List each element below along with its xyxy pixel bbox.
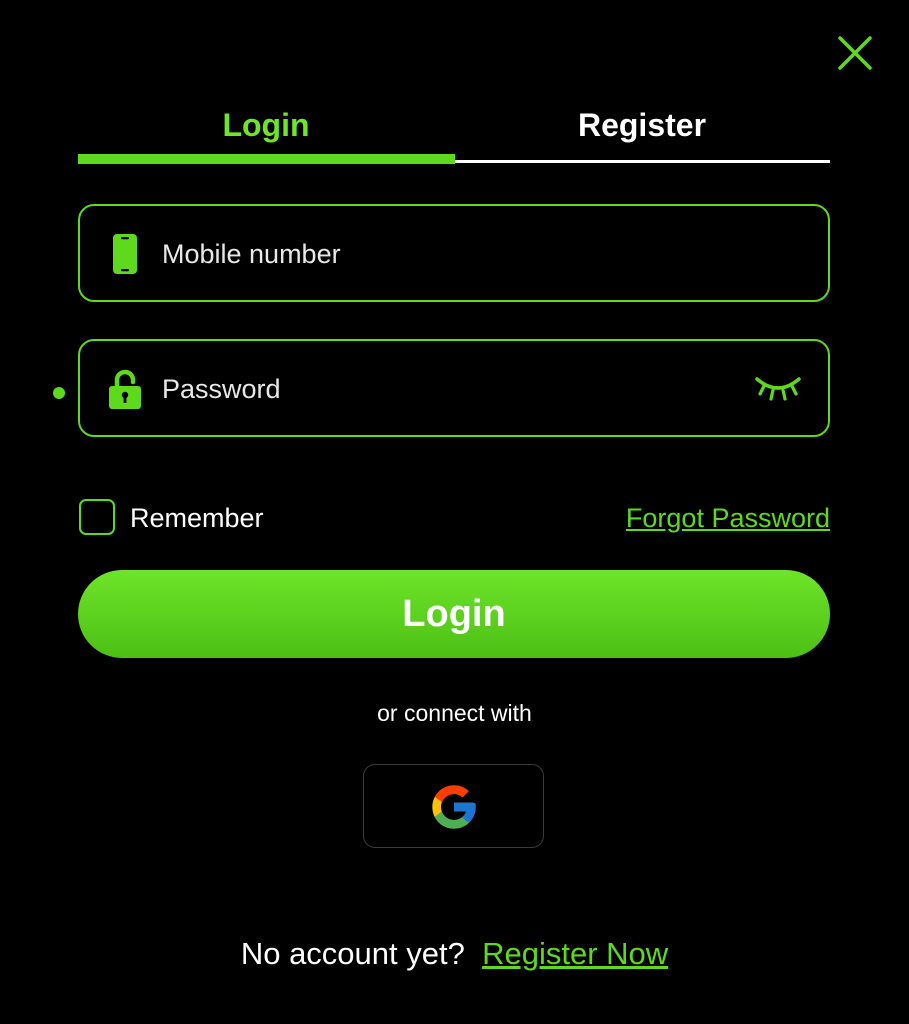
google-icon [432, 785, 476, 829]
tab-active-indicator [78, 154, 455, 164]
password-field[interactable] [78, 339, 830, 437]
forgot-password-link[interactable]: Forgot Password [626, 501, 830, 535]
tab-register[interactable]: Register [454, 96, 830, 154]
google-login-button[interactable] [363, 764, 544, 848]
eye-closed-icon[interactable] [754, 371, 802, 405]
footer-text: No account yet? [240, 936, 465, 971]
remember-label: Remember [130, 503, 264, 533]
mobile-number-field[interactable] [78, 204, 830, 302]
login-button[interactable]: Login [78, 570, 830, 658]
footer: No account yet? Register Now [0, 934, 909, 974]
register-now-link[interactable]: Register Now [482, 936, 668, 971]
mobile-number-input[interactable] [162, 230, 722, 278]
lock-icon [109, 369, 141, 409]
footer-space [473, 936, 482, 971]
login-modal: Login Register Remember [0, 0, 909, 1024]
password-input[interactable] [162, 365, 722, 413]
close-icon[interactable] [836, 34, 874, 72]
tab-login[interactable]: Login [78, 96, 454, 154]
focus-indicator-dot [53, 387, 65, 399]
connect-with-label: or connect with [377, 700, 532, 726]
remember-checkbox[interactable] [79, 499, 115, 535]
phone-icon [113, 234, 137, 274]
